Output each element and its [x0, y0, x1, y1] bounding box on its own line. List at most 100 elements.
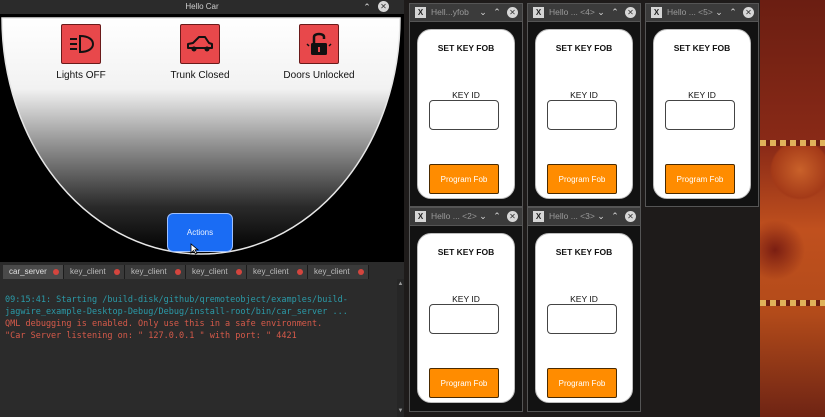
console-scrollbar[interactable]: ▲ ▼	[397, 279, 404, 417]
tab-close-icon[interactable]	[114, 269, 120, 275]
console-line: 09:15:41: Starting /build-disk/github/qr…	[5, 295, 348, 305]
car-window-title: Hello Car	[185, 2, 219, 11]
program-fob-button[interactable]: Program Fob	[547, 368, 617, 398]
chevron-up-icon[interactable]: ⌃	[727, 6, 739, 18]
console-output[interactable]: 09:15:41: Starting /build-disk/github/qr…	[0, 282, 395, 417]
console-line: QML debugging is enabled. Only use this …	[5, 319, 323, 329]
car-trunk-icon	[180, 24, 220, 64]
chevron-down-icon[interactable]: ⌄	[713, 6, 725, 18]
chevron-down-icon[interactable]: ⌄	[595, 210, 607, 222]
chevron-down-icon[interactable]: ⌄	[477, 210, 489, 222]
close-icon[interactable]: ✕	[743, 7, 754, 18]
desktop-wallpaper	[760, 0, 825, 417]
fob-card: SET KEY FOB KEY ID Program Fob	[417, 29, 515, 199]
x-app-icon: X	[415, 7, 426, 18]
chevron-up-icon[interactable]: ⌃	[491, 6, 503, 18]
fob-heading: SET KEY FOB	[437, 43, 495, 53]
fob-window-titlebar[interactable]: X Hello ... <5> ⌄ ⌃ ✕	[646, 4, 758, 22]
console-line: jagwire_example-Desktop-Debug/Debug/inst…	[5, 307, 348, 317]
trunk-status-label: Trunk Closed	[170, 70, 230, 81]
key-id-label: KEY ID	[452, 90, 480, 100]
close-icon[interactable]: ✕	[507, 211, 518, 222]
tab-label: key_client	[192, 267, 228, 276]
tab-close-icon[interactable]	[358, 269, 364, 275]
close-icon[interactable]: ✕	[625, 7, 636, 18]
chevron-up-icon[interactable]: ⌃	[609, 210, 621, 222]
program-fob-button[interactable]: Program Fob	[429, 164, 499, 194]
fob-card: SET KEY FOB KEY ID Program Fob	[535, 29, 633, 199]
key-id-label: KEY ID	[570, 294, 598, 304]
car-window: Hello Car ⌃ ✕ Lights OFF Trunk Closed Do…	[0, 0, 404, 262]
chevron-up-icon[interactable]: ⌃	[609, 6, 621, 18]
tab-close-icon[interactable]	[297, 269, 303, 275]
doors-status-label: Doors Unlocked	[283, 70, 355, 81]
close-icon[interactable]: ✕	[507, 7, 518, 18]
key-id-input[interactable]	[665, 100, 735, 130]
key-id-input[interactable]	[547, 304, 617, 334]
key-id-label: KEY ID	[570, 90, 598, 100]
tab-close-icon[interactable]	[175, 269, 181, 275]
chevron-up-icon[interactable]: ⌃	[491, 210, 503, 222]
lights-indicator: Lights OFF	[31, 24, 131, 81]
tab-label: key_client	[131, 267, 167, 276]
tab-key-client[interactable]: key_client	[308, 265, 369, 279]
fob-window-titlebar[interactable]: X Hello ... <4> ⌄ ⌃ ✕	[528, 4, 640, 22]
console-line: "Car Server listening on: " 127.0.0.1 " …	[5, 331, 297, 341]
key-id-input[interactable]	[429, 100, 499, 130]
key-id-input[interactable]	[547, 100, 617, 130]
key-id-input[interactable]	[429, 304, 499, 334]
fob-card: SET KEY FOB KEY ID Program Fob	[653, 29, 751, 199]
chevron-up-icon[interactable]: ⌃	[361, 1, 373, 13]
tab-label: key_client	[70, 267, 106, 276]
close-icon[interactable]: ✕	[625, 211, 636, 222]
tab-label: car_server	[9, 267, 47, 276]
fob-window-title: Hello ... <2>	[431, 211, 477, 221]
headlight-icon	[61, 24, 101, 64]
fob-window-titlebar[interactable]: X Hell...yfob ⌄ ⌃ ✕	[410, 4, 522, 22]
trunk-indicator: Trunk Closed	[150, 24, 250, 81]
fob-window-title: Hello ... <3>	[549, 211, 595, 221]
fob-window-titlebar[interactable]: X Hello ... <2> ⌄ ⌃ ✕	[410, 208, 522, 226]
mouse-cursor-icon	[190, 243, 199, 255]
x-app-icon: X	[533, 7, 544, 18]
key-id-label: KEY ID	[452, 294, 480, 304]
fob-heading: SET KEY FOB	[555, 43, 613, 53]
padlock-open-icon	[299, 24, 339, 64]
tab-close-icon[interactable]	[236, 269, 242, 275]
tab-key-client[interactable]: key_client	[247, 265, 308, 279]
tab-key-client[interactable]: key_client	[125, 265, 186, 279]
program-fob-button[interactable]: Program Fob	[429, 368, 499, 398]
tab-key-client[interactable]: key_client	[186, 265, 247, 279]
fob-window-titlebar[interactable]: X Hello ... <3> ⌄ ⌃ ✕	[528, 208, 640, 226]
actions-button[interactable]: Actions	[167, 213, 233, 252]
x-app-icon: X	[533, 211, 544, 222]
key-fob-window: X Hell...yfob ⌄ ⌃ ✕ SET KEY FOB KEY ID P…	[409, 3, 523, 207]
close-icon[interactable]: ✕	[378, 1, 389, 12]
key-id-label: KEY ID	[688, 90, 716, 100]
key-fob-window: X Hello ... <4> ⌄ ⌃ ✕ SET KEY FOB KEY ID…	[527, 3, 641, 207]
fob-window-title: Hello ... <4>	[549, 7, 595, 17]
tab-label: key_client	[314, 267, 350, 276]
lights-status-label: Lights OFF	[56, 70, 106, 81]
fob-window-title: Hello ... <5>	[667, 7, 713, 17]
fob-heading: SET KEY FOB	[437, 247, 495, 257]
tab-car-server[interactable]: car_server	[3, 265, 64, 279]
scroll-down-icon[interactable]: ▼	[397, 408, 404, 415]
doors-indicator: Doors Unlocked	[269, 24, 369, 81]
x-app-icon: X	[651, 7, 662, 18]
tab-key-client[interactable]: key_client	[64, 265, 125, 279]
key-fob-window: X Hello ... <3> ⌄ ⌃ ✕ SET KEY FOB KEY ID…	[527, 207, 641, 412]
fob-heading: SET KEY FOB	[673, 43, 731, 53]
program-fob-button[interactable]: Program Fob	[547, 164, 617, 194]
x-app-icon: X	[415, 211, 426, 222]
chevron-down-icon[interactable]: ⌄	[595, 6, 607, 18]
fob-card: SET KEY FOB KEY ID Program Fob	[535, 233, 633, 403]
car-window-titlebar[interactable]: Hello Car ⌃ ✕	[0, 0, 404, 14]
tab-close-icon[interactable]	[53, 269, 59, 275]
scroll-up-icon[interactable]: ▲	[397, 281, 404, 288]
chevron-down-icon[interactable]: ⌄	[477, 6, 489, 18]
fob-heading: SET KEY FOB	[555, 247, 613, 257]
program-fob-button[interactable]: Program Fob	[665, 164, 735, 194]
fob-window-title: Hell...yfob	[431, 7, 469, 17]
key-fob-window: X Hello ... <2> ⌄ ⌃ ✕ SET KEY FOB KEY ID…	[409, 207, 523, 412]
